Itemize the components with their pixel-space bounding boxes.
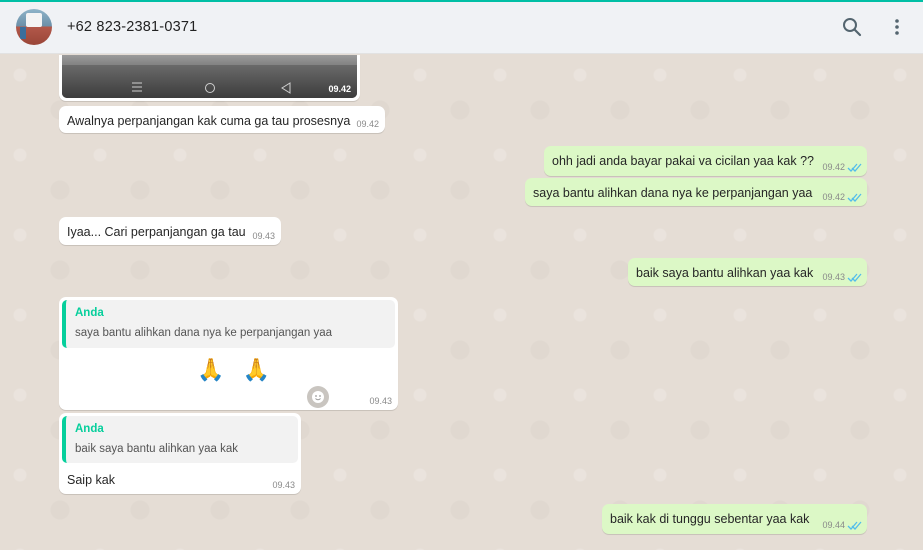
back-nav-icon [281,82,291,94]
message-bubble-incoming-reply[interactable]: Anda baik saya bantu alihkan yaa kak Sai… [59,413,301,494]
quote-author: Anda [75,307,104,319]
double-check-read-icon [847,163,862,172]
message-bubble-outgoing[interactable]: saya bantu alihkan dana nya ke perpanjan… [525,178,867,206]
menu-nav-icon [132,82,142,92]
message-bubble-outgoing[interactable]: baik kak di tunggu sebentar yaa kak 09.4… [602,504,867,534]
message-time: 09.43 [822,272,845,282]
message-time: 09.42 [822,162,845,172]
quote-text: baik saya bantu alihkan yaa kak [75,443,239,455]
message-bubble-incoming-reply[interactable]: Anda saya bantu alihkan dana nya ke perp… [59,297,398,410]
message-text: baik saya bantu alihkan yaa kak [636,266,814,280]
quote-author: Anda [75,423,104,435]
quoted-message[interactable]: Anda baik saya bantu alihkan yaa kak [62,416,298,463]
message-bubble-incoming[interactable]: Awalnya perpanjangan kak cuma ga tau pro… [59,106,385,133]
image-phone-navbar [62,65,357,98]
emoji-reaction-icon[interactable] [307,386,329,408]
message-time: 09.43 [369,396,392,406]
chat-area[interactable]: 09.42 Awalnya perpanjangan kak cuma ga t… [0,55,923,550]
message-time: 09.42 [328,84,351,94]
message-bubble-outgoing[interactable]: baik saya bantu alihkan yaa kak 09.43 [628,258,867,286]
message-time: 09.44 [822,520,845,530]
message-time: 09.43 [252,231,275,241]
message-time: 09.43 [272,480,295,490]
message-text: Iyaa... Cari perpanjangan ga tau [67,225,246,239]
double-check-read-icon [847,521,862,530]
image-thumbnail[interactable]: 09.42 [62,55,357,98]
double-check-read-icon [847,273,862,282]
double-check-read-icon [847,193,862,202]
emoji-message-text: 🙏 🙏 [197,357,276,382]
message-text: ohh jadi anda bayar pakai va cicilan yaa… [552,154,814,168]
message-bubble-outgoing[interactable]: ohh jadi anda bayar pakai va cicilan yaa… [544,146,867,176]
home-nav-icon [205,83,215,93]
message-text: Awalnya perpanjangan kak cuma ga tau pro… [67,114,351,128]
message-text: saya bantu alihkan dana nya ke perpanjan… [533,186,813,200]
more-vertical-icon[interactable] [886,16,908,38]
message-time: 09.42 [356,119,379,129]
image-message[interactable]: 09.42 [59,55,360,101]
avatar[interactable] [16,9,52,45]
message-text: Saip kak [67,473,115,487]
contact-name[interactable]: +62 823-2381-0371 [67,19,197,35]
message-bubble-incoming[interactable]: Iyaa... Cari perpanjangan ga tau 09.43 [59,217,281,245]
quoted-message[interactable]: Anda saya bantu alihkan dana nya ke perp… [62,300,395,348]
chat-header: +62 823-2381-0371 [0,2,923,54]
message-text: baik kak di tunggu sebentar yaa kak [610,512,810,526]
quote-text: saya bantu alihkan dana nya ke perpanjan… [75,327,333,339]
message-time: 09.42 [822,192,845,202]
search-icon[interactable] [841,16,863,38]
